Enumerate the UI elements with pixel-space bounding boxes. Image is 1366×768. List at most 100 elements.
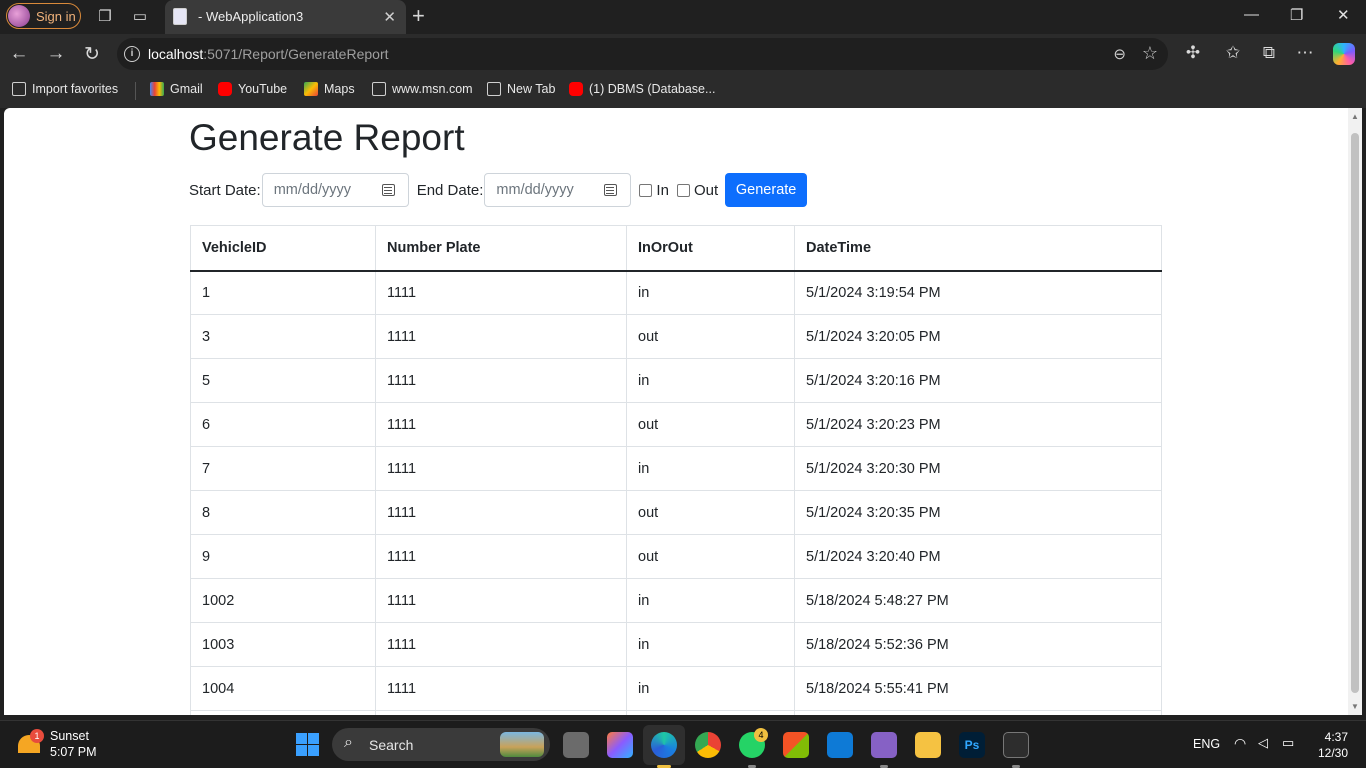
import-icon (12, 82, 26, 96)
cell-inorout: out (626, 534, 795, 579)
start-date-input[interactable]: mm/dd/yyyy (261, 173, 409, 207)
new-tab-icon[interactable]: + (412, 3, 425, 29)
favorite-youtube[interactable]: YouTube (218, 82, 287, 96)
cell-datetime: 5/1/2024 3:19:54 PM (794, 270, 1162, 315)
task-view-icon[interactable] (563, 732, 589, 758)
tab-webapplication3[interactable]: - WebApplication3 ✕ (165, 0, 406, 34)
favorites-icon[interactable]: ✩ (1222, 43, 1244, 63)
page-title: Generate Report (189, 117, 465, 158)
close-window-icon[interactable]: ✕ (1337, 6, 1350, 24)
file-explorer-icon[interactable] (915, 732, 941, 758)
cell-number-plate: 1111 (375, 534, 627, 579)
restore-icon[interactable]: ❐ (1290, 6, 1303, 24)
favorite-msn[interactable]: www.msn.com (372, 82, 473, 96)
out-checkbox[interactable] (676, 183, 690, 197)
cell-datetime: 5/1/2024 3:20:30 PM (794, 446, 1162, 491)
zoom-icon[interactable]: ⊖ (1113, 45, 1126, 63)
cell-inorout: out (626, 490, 795, 535)
favorite-new-tab[interactable]: New Tab (487, 82, 555, 96)
cell-number-plate: 1111 (375, 622, 627, 667)
table-row: 1003 1111 in 5/18/2024 5:52:36 PM (190, 622, 1162, 667)
favorite-maps[interactable]: Maps (304, 82, 355, 96)
browser-title-bar: Sign in ❐ ▭ - WebApplication3 ✕ + — ❐ ✕ (0, 0, 1366, 34)
more-options-icon[interactable]: ⋯ (1294, 43, 1316, 63)
column-header-number-plate: Number Plate (375, 225, 627, 272)
cell-number-plate: 1111 (375, 490, 627, 535)
favorite-star-icon[interactable]: ☆ (1142, 43, 1158, 64)
table-row: 9 1111 out 5/1/2024 3:20:40 PM (190, 534, 1162, 579)
volume-icon[interactable]: ◁ (1258, 735, 1268, 751)
clock-date: 12/30 (1317, 746, 1348, 760)
maps-icon (304, 82, 318, 96)
minimize-icon[interactable]: — (1244, 6, 1259, 23)
tab-title: - WebApplication3 (198, 9, 304, 24)
start-date-placeholder: mm/dd/yyyy (273, 182, 352, 198)
site-info-icon[interactable]: i (124, 46, 140, 62)
cell-inorout: out (626, 314, 795, 359)
weather-title: Sunset (50, 729, 89, 743)
terminal-icon[interactable] (1003, 732, 1029, 758)
scrollbar-thumb[interactable] (1351, 133, 1359, 693)
favorite-import[interactable]: Import favorites (12, 82, 118, 96)
chrome-icon[interactable] (695, 732, 721, 758)
back-icon[interactable]: ← (8, 43, 30, 65)
generate-button[interactable]: Generate (725, 173, 808, 207)
youtube-icon (218, 82, 232, 96)
copilot-icon[interactable] (1333, 43, 1355, 65)
cell-datetime: 5/18/2024 5:48:27 PM (794, 578, 1162, 623)
language-indicator[interactable]: ENG (1193, 737, 1220, 751)
page-scrollbar[interactable]: ▲ ▼ (1348, 108, 1362, 715)
favorite-gmail[interactable]: Gmail (150, 82, 203, 96)
close-tab-icon[interactable]: ✕ (383, 8, 396, 26)
cell-inorout: in (626, 358, 795, 403)
forward-icon[interactable]: → (45, 43, 67, 65)
vscode-icon[interactable] (827, 732, 853, 758)
tab-actions-icon[interactable]: ▭ (131, 8, 149, 26)
cell-vehicleid: 1002 (190, 578, 376, 623)
page-viewport: Generate Report Start Date: mm/dd/yyyy E… (4, 108, 1348, 715)
start-windows-icon[interactable] (296, 733, 319, 756)
collections-icon[interactable]: ⧉ (1258, 43, 1280, 63)
favorites-bar: Import favorites Gmail YouTube Maps www.… (0, 74, 1366, 108)
cell-vehicleid: 6 (190, 402, 376, 447)
visual-studio-icon[interactable] (871, 732, 897, 758)
cell-inorout: in (626, 666, 795, 711)
favorite-dbms[interactable]: (1) DBMS (Database... (569, 82, 715, 96)
scroll-down-icon[interactable]: ▼ (1351, 702, 1359, 711)
sign-in-label: Sign in (36, 8, 76, 24)
table-row: 8 1111 out 5/1/2024 3:20:35 PM (190, 490, 1162, 535)
url-field[interactable]: i localhost:5071/Report/GenerateReport ⊖… (117, 38, 1168, 70)
cell-vehicleid: 8 (190, 490, 376, 535)
table-row: 1 1111 in 5/1/2024 3:19:54 PM (190, 270, 1162, 315)
cell-datetime: 5/1/2024 3:20:16 PM (794, 358, 1162, 403)
taskbar-search[interactable]: ⌕ Search (332, 728, 550, 761)
cell-vehicleid: 5 (190, 358, 376, 403)
calendar-icon[interactable] (381, 184, 395, 196)
table-row (190, 710, 1162, 715)
photoshop-icon[interactable]: Ps (959, 732, 985, 758)
cell-number-plate: 1111 (375, 358, 627, 403)
cell-datetime: 5/1/2024 3:20:35 PM (794, 490, 1162, 535)
cell-number-plate: 1111 (375, 666, 627, 711)
system-clock[interactable]: 4:37 12/30 (1312, 729, 1348, 761)
workspaces-icon[interactable]: ❐ (96, 8, 114, 26)
table-header-row: VehicleID Number Plate InOrOut DateTime (190, 225, 1162, 272)
calendar-icon[interactable] (604, 184, 618, 196)
sign-in-button[interactable]: Sign in (6, 3, 81, 29)
cell-vehicleid: 9 (190, 534, 376, 579)
scroll-up-icon[interactable]: ▲ (1351, 112, 1359, 121)
cell-number-plate: 1111 (375, 402, 627, 447)
store-icon[interactable] (783, 732, 809, 758)
search-highlight-image (500, 732, 544, 757)
search-icon: ⌕ (344, 734, 353, 751)
copilot-app-icon[interactable] (607, 732, 633, 758)
in-label: In (656, 181, 669, 199)
wifi-icon[interactable]: ◠ (1234, 735, 1246, 752)
cell-number-plate: 1111 (375, 314, 627, 359)
in-checkbox[interactable] (639, 183, 653, 197)
extensions-icon[interactable]: ✣ (1182, 43, 1204, 63)
edge-icon[interactable] (651, 732, 677, 758)
end-date-input[interactable]: mm/dd/yyyy (484, 173, 632, 207)
battery-icon[interactable]: ▭ (1282, 735, 1294, 751)
refresh-icon[interactable]: ↻ (81, 43, 103, 66)
